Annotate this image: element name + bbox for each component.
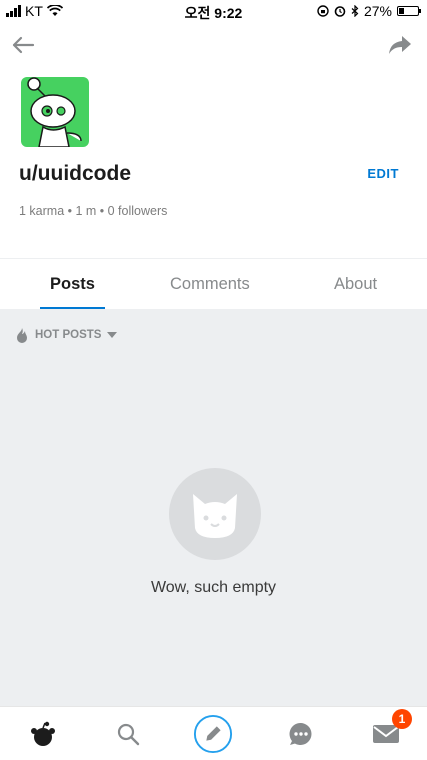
orientation-lock-icon: [317, 5, 329, 17]
caret-down-icon: [107, 332, 118, 338]
status-bar: KT 오전 9:22 27%: [0, 0, 427, 22]
bottom-nav: 1: [0, 706, 427, 760]
share-icon[interactable]: [387, 33, 413, 57]
sort-label: HOT POSTS: [35, 329, 102, 341]
empty-state-message: Wow, such empty: [150, 579, 277, 596]
nav-inbox[interactable]: 1: [366, 709, 412, 751]
tab-about[interactable]: About: [334, 275, 377, 294]
chat-icon: [289, 722, 312, 745]
profile-stats: 1 karma • 1 m • 0 followers: [19, 204, 168, 218]
username: u/uuidcode: [19, 162, 131, 185]
nav-chat[interactable]: [281, 717, 321, 751]
profile-tabs: Posts Comments About: [0, 259, 427, 309]
nav-home[interactable]: [23, 717, 63, 751]
snoo-avatar-icon: [27, 77, 82, 147]
home-icon: [31, 721, 55, 746]
battery-percent: 27%: [363, 3, 392, 19]
search-icon: [117, 723, 140, 746]
cat-face-icon: [193, 494, 237, 538]
sort-dropdown[interactable]: HOT POSTS: [15, 327, 118, 343]
bluetooth-icon: [351, 5, 359, 17]
status-bar-right: 27%: [317, 3, 421, 19]
nav-create-post[interactable]: [193, 714, 233, 754]
posts-content: HOT POSTS Wow, such empty: [0, 309, 427, 706]
tab-comments[interactable]: Comments: [170, 275, 250, 294]
battery-icon: [397, 6, 421, 16]
create-post-icon: [193, 714, 233, 754]
tab-posts[interactable]: Posts: [50, 275, 95, 294]
flame-icon: [17, 328, 27, 343]
empty-state-illustration: [169, 468, 261, 560]
nav-search[interactable]: [108, 717, 148, 751]
inbox-badge: 1: [392, 709, 412, 729]
back-arrow-icon[interactable]: [10, 33, 36, 57]
avatar: [21, 77, 89, 147]
alarm-icon: [334, 6, 346, 17]
edit-profile-button[interactable]: EDIT: [367, 166, 399, 181]
